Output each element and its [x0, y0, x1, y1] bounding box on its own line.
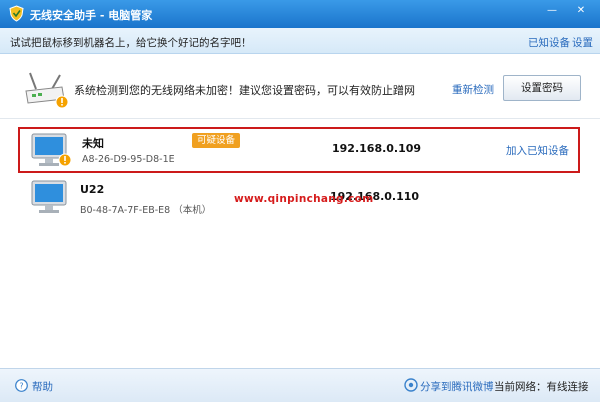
rename-hint: 试试把鼠标移到机器名上，给它换个好记的名字吧！: [10, 37, 252, 49]
device-ip: 192.168.0.109: [332, 142, 422, 155]
device-name[interactable]: 未知: [82, 135, 104, 151]
close-button[interactable]: ✕: [573, 3, 589, 19]
tencent-weibo-icon[interactable]: [404, 378, 418, 392]
router-warning-icon: [25, 72, 69, 109]
help-icon[interactable]: ?: [15, 379, 28, 392]
known-devices-link[interactable]: 已知设备: [528, 35, 570, 50]
device-mac: B0-48-7A-7F-EB-E8 （本机）: [80, 205, 212, 216]
svg-text:?: ?: [19, 382, 23, 391]
device-name[interactable]: U22: [80, 183, 104, 196]
computer-icon: [31, 180, 67, 213]
network-status: 当前网络：有线连接: [494, 381, 589, 393]
settings-link[interactable]: 设置: [572, 35, 593, 50]
shield-logo-icon: [9, 5, 24, 22]
computer-warning-icon: [31, 133, 72, 167]
help-link[interactable]: 帮助: [32, 379, 53, 394]
title-bar: 无线安全助手 - 电脑管家 — ✕: [0, 0, 600, 28]
minimize-button[interactable]: —: [544, 3, 560, 19]
set-password-button[interactable]: 设置密码: [503, 75, 581, 101]
window-title: 无线安全助手 - 电脑管家: [30, 9, 153, 22]
info-bar: 试试把鼠标移到机器名上，给它换个好记的名字吧！ 已知设备 设置: [0, 28, 600, 54]
site-watermark: www.qinpinchang.com: [234, 193, 374, 205]
share-weibo-link[interactable]: 分享到腾讯微博: [420, 379, 494, 394]
footer-bar: ? 帮助 分享到腾讯微博 当前网络：有线连接: [0, 368, 600, 402]
security-warning-panel: 系统检测到您的无线网络未加密！建议您设置密码，可以有效防止蹭网 重新检测 设置密…: [0, 55, 600, 119]
device-mac: A8-26-D9-95-D8-1E: [82, 154, 175, 165]
device-row-unknown[interactable]: 未知 A8-26-D9-95-D8-1E 可疑设备 192.168.0.109 …: [18, 127, 580, 173]
unencrypted-warning-text: 系统检测到您的无线网络未加密！建议您设置密码，可以有效防止蹭网: [74, 84, 415, 97]
recheck-link[interactable]: 重新检测: [452, 82, 494, 97]
suspicious-badge: 可疑设备: [192, 133, 241, 148]
add-known-device-link[interactable]: 加入已知设备: [506, 143, 569, 158]
